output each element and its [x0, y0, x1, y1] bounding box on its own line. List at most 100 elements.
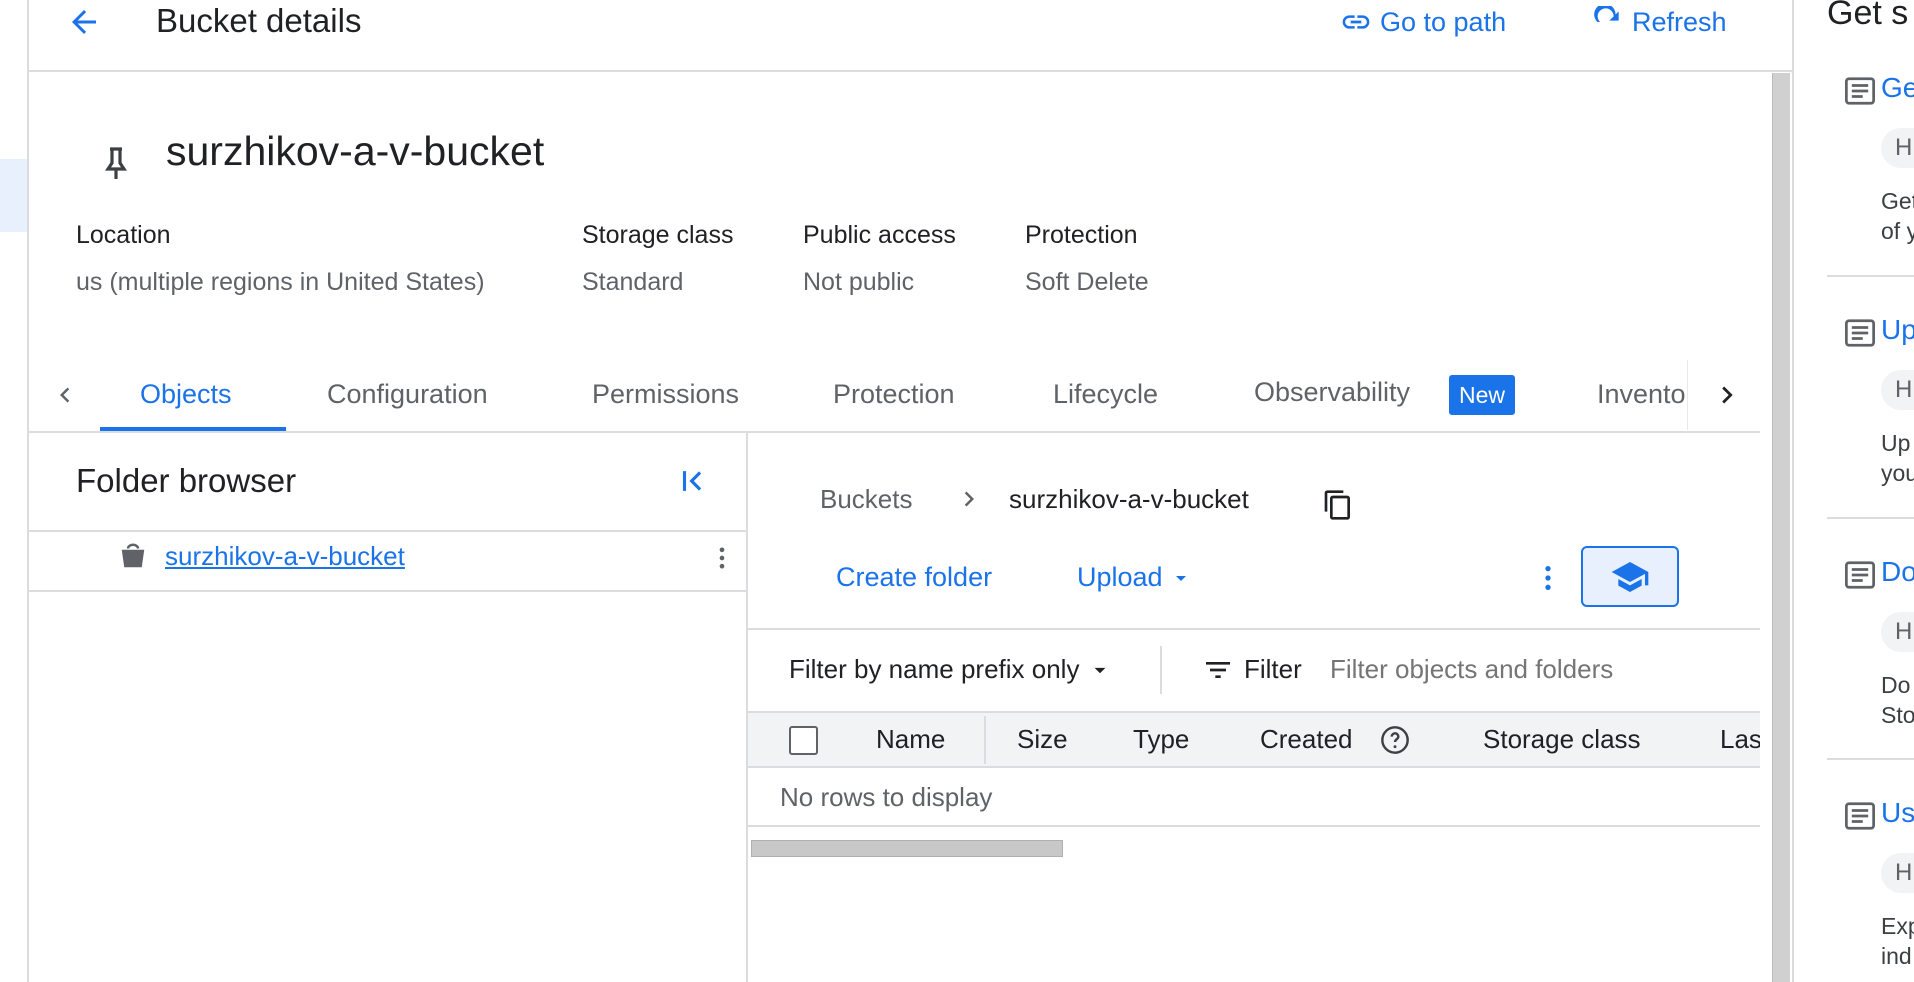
tab-permissions[interactable]: Permissions [592, 379, 739, 410]
article-icon [1845, 77, 1875, 105]
column-resize-handle[interactable] [984, 716, 986, 764]
article-icon [1845, 561, 1875, 589]
back-button[interactable] [66, 4, 102, 40]
folder-divider-top [27, 530, 746, 532]
side-item-title[interactable]: Us [1881, 797, 1914, 829]
location-value: us (multiple regions in United States) [76, 268, 485, 296]
side-item-chip[interactable]: H [1881, 128, 1914, 168]
refresh-label: Refresh [1632, 6, 1727, 37]
go-to-path-button[interactable]: Go to path [1340, 6, 1506, 38]
side-item-desc-line1: Do [1881, 672, 1911, 698]
pin-icon[interactable] [102, 145, 130, 181]
left-nav-active-item[interactable] [0, 159, 27, 232]
folder-browser-title: Folder browser [76, 462, 297, 499]
side-panel-item-4[interactable]: Us H Exp ind [1827, 797, 1914, 982]
folder-divider-bottom [27, 590, 746, 592]
side-item-chip[interactable]: H [1881, 853, 1914, 893]
more-vert-icon [1545, 566, 1551, 590]
panel-divider [746, 433, 748, 982]
filter-icon [1202, 654, 1234, 686]
column-type[interactable]: Type [1133, 724, 1189, 755]
tab-configuration[interactable]: Configuration [327, 379, 488, 410]
bucket-name: surzhikov-a-v-bucket [166, 128, 545, 174]
chevron-right-icon [1722, 386, 1733, 404]
copy-icon[interactable] [1322, 489, 1354, 521]
tab-inventory[interactable]: Invento [1597, 379, 1687, 410]
tab-observability[interactable]: Observability [1254, 377, 1410, 408]
public-access-value: Not public [803, 268, 915, 296]
article-icon [1845, 319, 1875, 347]
side-panel-title: Get s [1827, 0, 1909, 32]
upload-button[interactable]: Upload [1077, 562, 1193, 593]
left-nav-border [27, 0, 29, 982]
collapse-folder-browser-button[interactable] [676, 464, 710, 498]
select-all-checkbox[interactable] [789, 726, 818, 755]
side-item-desc-line2: you [1881, 460, 1914, 486]
header-divider [27, 70, 1792, 72]
help-icon[interactable] [1379, 724, 1411, 756]
filter-mode-label: Filter by name prefix only [789, 654, 1080, 684]
objects-more-button[interactable] [1532, 560, 1564, 596]
side-item-title[interactable]: Do [1881, 556, 1914, 588]
column-last-modified[interactable]: Las [1720, 724, 1760, 755]
main-scrollbar[interactable] [1772, 73, 1790, 982]
protection-value: Soft Delete [1025, 268, 1149, 296]
column-storage-class[interactable]: Storage class [1483, 724, 1641, 755]
page-title: Bucket details [156, 2, 362, 39]
tabs-scroll-left[interactable] [50, 378, 80, 412]
tabs-scroll-right[interactable] [1687, 360, 1772, 430]
side-item-desc-line1: Up [1881, 430, 1911, 456]
horizontal-scrollbar[interactable] [751, 840, 1063, 857]
side-item-chip[interactable]: H [1881, 370, 1914, 410]
side-divider [1827, 517, 1914, 519]
create-folder-button[interactable]: Create folder [836, 562, 992, 593]
more-vert-icon [719, 547, 725, 569]
breadcrumb-chevron-icon [954, 484, 984, 514]
column-created[interactable]: Created [1260, 724, 1353, 755]
side-item-desc-line2: Sto [1881, 702, 1914, 728]
side-item-desc-line2: of y [1881, 218, 1914, 244]
filter-mode-select[interactable]: Filter by name prefix only [789, 654, 1113, 685]
column-size[interactable]: Size [1017, 724, 1068, 755]
link-icon [1342, 15, 1370, 29]
filter-label: Filter [1244, 654, 1302, 684]
side-panel-item-3[interactable]: Do H Do Sto [1827, 556, 1914, 756]
dropdown-arrow-icon [1095, 667, 1106, 673]
article-icon [1845, 802, 1875, 830]
protection-label: Protection [1025, 221, 1138, 249]
side-panel-item-1[interactable]: Ge H Get of y [1827, 72, 1914, 272]
upload-label: Upload [1077, 562, 1163, 592]
empty-table-message: No rows to display [780, 782, 993, 812]
refresh-button[interactable]: Refresh [1592, 6, 1727, 38]
folder-item-link[interactable]: surzhikov-a-v-bucket [165, 541, 405, 572]
side-item-title[interactable]: Up [1881, 314, 1914, 346]
side-panel-item-2[interactable]: Up H Up you [1827, 314, 1914, 514]
breadcrumb-buckets[interactable]: Buckets [820, 484, 913, 515]
folder-item-more-button[interactable] [708, 542, 736, 574]
side-panel-divider [1792, 0, 1794, 982]
tab-lifecycle[interactable]: Lifecycle [1053, 379, 1158, 410]
column-name[interactable]: Name [876, 724, 945, 755]
tab-protection[interactable]: Protection [833, 379, 955, 410]
collapse-left-icon [682, 471, 702, 491]
filter-input[interactable] [1330, 650, 1750, 688]
side-item-chip[interactable]: H [1881, 612, 1914, 652]
public-access-label: Public access [803, 221, 956, 249]
side-divider [1827, 275, 1914, 277]
tabs-divider [27, 431, 1760, 433]
learn-button[interactable] [1581, 546, 1679, 607]
side-item-desc-line2: ind [1881, 943, 1912, 969]
refresh-icon [1594, 6, 1619, 22]
chevron-left-icon [60, 387, 70, 403]
filter-divider [1160, 646, 1162, 694]
go-to-path-label: Go to path [1380, 6, 1507, 37]
tab-objects[interactable]: Objects [140, 379, 232, 410]
school-icon [1611, 562, 1649, 592]
breadcrumb-bucket: surzhikov-a-v-bucket [1009, 484, 1249, 514]
table-bottom-divider [748, 825, 1760, 827]
storage-class-value: Standard [582, 268, 684, 296]
storage-class-label: Storage class [582, 221, 734, 249]
side-item-title[interactable]: Ge [1881, 72, 1914, 104]
toolbar-divider [748, 628, 1760, 630]
dropdown-arrow-icon [1175, 575, 1186, 581]
